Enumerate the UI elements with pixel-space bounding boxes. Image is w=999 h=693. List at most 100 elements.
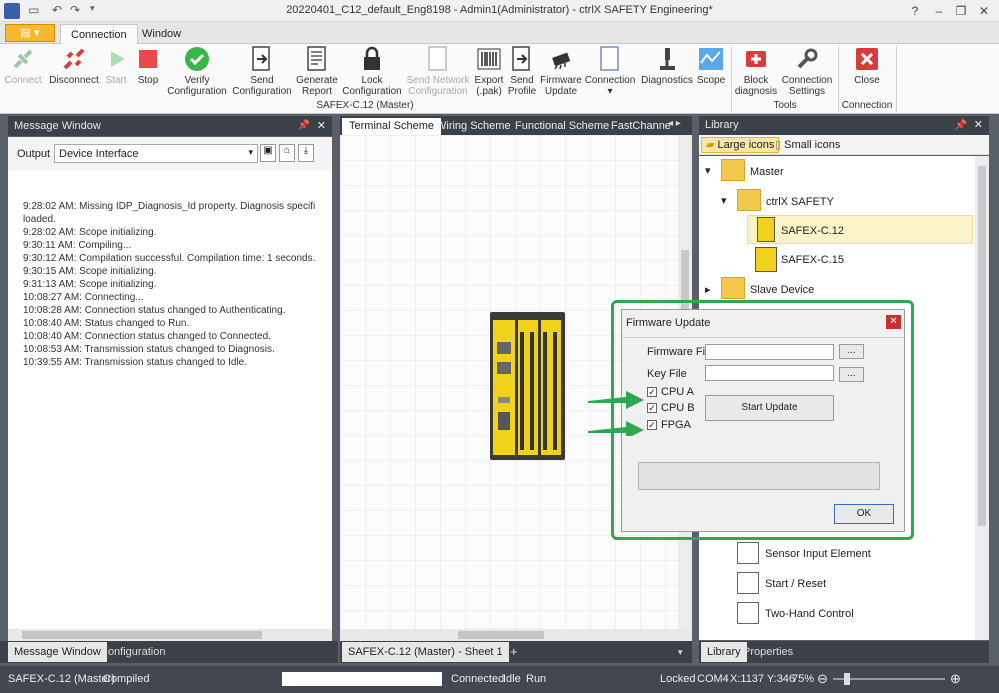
send-profile-button[interactable]: Send Profile xyxy=(506,46,538,97)
log-line: 10:08:40 AM: Status changed to Run. xyxy=(23,318,190,329)
close-icon[interactable]: ✕ xyxy=(974,116,983,135)
output-select[interactable]: Device Interface ▾ xyxy=(54,144,258,163)
stop-button[interactable]: Stop xyxy=(134,46,162,86)
message-window-title: Message Window xyxy=(14,120,101,132)
arrow-cpu-a-icon xyxy=(588,391,644,409)
clear-output-icon[interactable]: ⌂ xyxy=(279,144,295,162)
status-run: Run xyxy=(526,673,547,685)
browse-key-button[interactable]: ... xyxy=(839,367,864,382)
pin-icon[interactable]: 📌 xyxy=(955,116,967,135)
zoom-in-icon[interactable]: ⊕ xyxy=(950,671,961,687)
status-connected: Connected xyxy=(451,673,505,685)
close-window-button[interactable]: ✕ xyxy=(973,2,995,20)
send-document-icon xyxy=(249,46,275,72)
fpga-checkbox[interactable]: ✓ xyxy=(647,420,657,430)
close-connection-button[interactable]: Close xyxy=(848,46,886,86)
browse-firmware-button[interactable]: ... xyxy=(839,344,864,359)
tab-fastchannel[interactable]: FastChanne xyxy=(604,118,678,135)
dialog-close-button[interactable]: ✕ xyxy=(886,315,901,329)
log-line: 10:08:53 AM: Transmission status changed… xyxy=(23,344,275,355)
tab-wiring-scheme[interactable]: Wiring Scheme xyxy=(429,118,518,135)
output-row: Output Device Interface ▾ ▣ ⌂ ⤓ xyxy=(8,137,332,171)
canvas-horizontal-scrollbar[interactable] xyxy=(340,629,692,641)
tab-configuration[interactable]: Configuration xyxy=(94,642,171,662)
cpu-b-checkbox[interactable]: ✓ xyxy=(647,403,657,413)
status-device: SAFEX-C.12 (Master) xyxy=(8,673,115,685)
scope-button[interactable]: Scope xyxy=(696,46,726,86)
scroll-thumb[interactable] xyxy=(22,631,262,639)
disconnect-button[interactable]: Disconnect xyxy=(46,46,102,86)
small-icons-button[interactable]: ▯ Small icons xyxy=(775,138,840,152)
large-icons-button[interactable]: ▰ Large icons xyxy=(701,137,780,153)
small-folder-icon: ▯ xyxy=(775,139,782,151)
ribbon: Connect Disconnect Start Stop Verify Con… xyxy=(0,44,999,114)
save-output-icon[interactable]: ▣ xyxy=(260,144,276,162)
tree-slave-device[interactable]: Slave Device xyxy=(750,284,814,296)
firmware-update-button[interactable]: Firmware Update xyxy=(540,46,582,97)
zoom-out-icon[interactable]: ⊖ xyxy=(817,671,828,687)
connect-button[interactable]: Connect xyxy=(4,46,42,86)
lock-configuration-button[interactable]: Lock Configuration xyxy=(340,46,404,97)
status-idle: Idle xyxy=(503,673,521,685)
tree-safex-c12[interactable]: SAFEX-C.12 xyxy=(781,225,844,237)
diagnostics-button[interactable]: Diagnostics xyxy=(640,46,694,86)
tab-scroll-arrows-icon[interactable]: ◂ ▸ xyxy=(668,118,681,129)
verify-configuration-button[interactable]: Verify Configuration xyxy=(165,46,229,97)
download-icon[interactable]: ⤓ xyxy=(298,144,314,162)
tree-safex-c15[interactable]: SAFEX-C.15 xyxy=(781,254,844,266)
add-sheet-button[interactable]: + xyxy=(504,642,524,662)
library-vertical-scrollbar[interactable] xyxy=(975,156,989,640)
play-icon xyxy=(104,46,130,72)
block-diagnosis-button[interactable]: Block diagnosis xyxy=(734,46,778,97)
tab-window[interactable]: Window xyxy=(132,24,191,44)
generate-report-button[interactable]: Generate Report xyxy=(295,46,339,97)
log-line: 10:08:40 AM: Connection status changed t… xyxy=(23,331,271,342)
tree-two-hand-control[interactable]: Two-Hand Control xyxy=(765,608,854,620)
minimize-button[interactable]: – xyxy=(928,2,950,20)
log-line: 9:28:02 AM: Missing IDP_Diagnosis_Id pro… xyxy=(23,201,316,212)
group-separator xyxy=(896,46,897,112)
scroll-thumb[interactable] xyxy=(978,166,986,526)
firmware-file-input[interactable] xyxy=(705,344,834,360)
close-icon[interactable]: ✕ xyxy=(317,116,326,136)
safex-c12-device-image[interactable] xyxy=(490,312,580,462)
key-file-input[interactable] xyxy=(705,365,834,381)
status-zoom: 75% xyxy=(792,673,815,685)
lock-icon xyxy=(359,46,385,72)
application-menu-button[interactable]: ▤ ▾ xyxy=(5,24,55,42)
sheet-dropdown-icon[interactable]: ▾ xyxy=(672,642,689,662)
send-configuration-button[interactable]: Send Configuration xyxy=(230,46,294,97)
expand-arrow-icon[interactable]: ▾ xyxy=(705,164,711,177)
library-bottom-tabs: Library Properties xyxy=(699,641,989,663)
scroll-thumb[interactable] xyxy=(458,631,544,639)
pin-icon[interactable]: 📌 xyxy=(298,116,310,136)
tab-terminal-scheme[interactable]: Terminal Scheme xyxy=(342,118,441,135)
message-horizontal-scrollbar[interactable] xyxy=(8,629,332,641)
tree-start-reset[interactable]: Start / Reset xyxy=(765,578,826,590)
ok-button[interactable]: OK xyxy=(834,504,894,524)
tab-sheet-1[interactable]: SAFEX-C.12 (Master) - Sheet 1 xyxy=(342,642,509,662)
log-line: 9:30:11 AM: Compiling... xyxy=(23,240,132,251)
start-button[interactable]: Start xyxy=(104,46,128,86)
cpu-a-checkbox[interactable]: ✓ xyxy=(647,387,657,397)
help-button[interactable]: ? xyxy=(904,2,926,20)
zoom-slider-thumb[interactable] xyxy=(844,673,850,685)
connection-dropdown-button[interactable]: Connection ▾ xyxy=(584,46,636,97)
ribbon-tab-row: ▤ ▾ Connection Window xyxy=(0,22,999,44)
collapse-arrow-icon[interactable]: ▸ xyxy=(705,283,711,296)
wrench-icon xyxy=(794,46,820,72)
restore-button[interactable]: ❐ xyxy=(950,2,972,20)
tree-ctrlx-safety[interactable]: ctrlX SAFETY xyxy=(766,196,834,208)
chip-icon xyxy=(548,46,574,72)
tab-message-window[interactable]: Message Window xyxy=(8,642,107,662)
tab-functional-scheme[interactable]: Functional Scheme xyxy=(508,118,616,135)
tab-connection[interactable]: Connection xyxy=(60,24,138,44)
tab-properties[interactable]: Properties xyxy=(737,642,799,662)
start-update-button[interactable]: Start Update xyxy=(705,395,834,421)
export-pak-button[interactable]: Export (.pak) xyxy=(472,46,506,97)
connection-settings-button[interactable]: Connection Settings xyxy=(780,46,834,97)
tree-master[interactable]: Master xyxy=(750,166,784,178)
tree-sensor-input-element[interactable]: Sensor Input Element xyxy=(765,548,871,560)
expand-arrow-icon[interactable]: ▾ xyxy=(721,194,727,207)
send-network-configuration-button[interactable]: Send Network Configuration xyxy=(405,46,471,97)
